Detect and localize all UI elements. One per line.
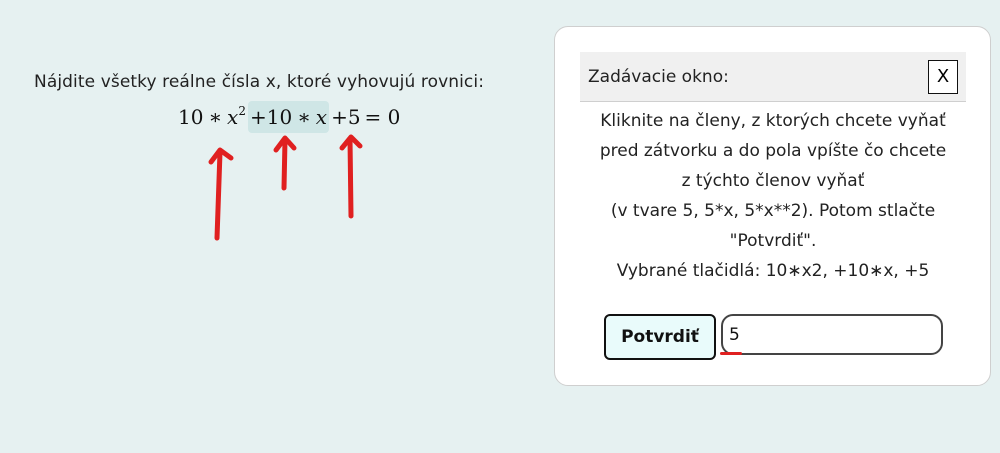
equation-equals-zero: = 0	[364, 105, 401, 129]
factor-input[interactable]	[721, 314, 943, 355]
equation-term-3[interactable]: +5	[329, 101, 362, 133]
red-arrow-icon	[339, 134, 363, 219]
term-1-exponent: 2	[238, 104, 246, 118]
term-3-coefficient: +5	[331, 105, 361, 129]
selected-terms-line: Vybrané tlačidlá: 10∗x2, +10∗x, +5	[616, 261, 930, 281]
equation: 10 ∗ x 2 +10 ∗ x +5 = 0	[176, 101, 400, 133]
close-button[interactable]: X	[928, 59, 958, 94]
term-2-coefficient: +10	[249, 105, 293, 129]
instruction-line: (v tvare 5, 5*x, 5*x**2). Potom stlačte	[610, 201, 936, 221]
red-underline-mark	[720, 352, 742, 355]
instruction-line: pred zátvorku a do pola vpíšte čo chcete	[599, 141, 947, 161]
dialog-instructions: Kliknite na členy, z ktorých chcete vyňa…	[580, 106, 966, 286]
red-arrow-icon	[273, 135, 297, 191]
instruction-line: Kliknite na členy, z ktorých chcete vyňa…	[600, 111, 946, 131]
instruction-line: "Potvrdiť".	[729, 231, 817, 251]
confirm-button[interactable]: Potvrdiť	[604, 314, 716, 360]
term-1-variable: x	[227, 105, 239, 129]
red-arrow-icon	[208, 147, 234, 241]
term-2-variable: x	[315, 105, 328, 129]
term-1-coefficient: 10	[178, 105, 204, 129]
instruction-line: z týchto členov vyňať	[681, 171, 865, 191]
equation-term-1[interactable]: 10 ∗ x 2	[176, 101, 248, 133]
dialog-title: Zadávacie okno:	[588, 66, 729, 87]
term-1-operator: ∗	[208, 105, 223, 129]
task-prompt: Nájdite všetky reálne čísla x, ktoré vyh…	[34, 72, 485, 92]
equation-term-2[interactable]: +10 ∗ x	[247, 101, 330, 133]
input-dialog: Zadávacie okno: X Kliknite na členy, z k…	[554, 26, 991, 386]
dialog-header: Zadávacie okno: X	[580, 52, 966, 102]
term-2-operator: ∗	[297, 105, 311, 129]
